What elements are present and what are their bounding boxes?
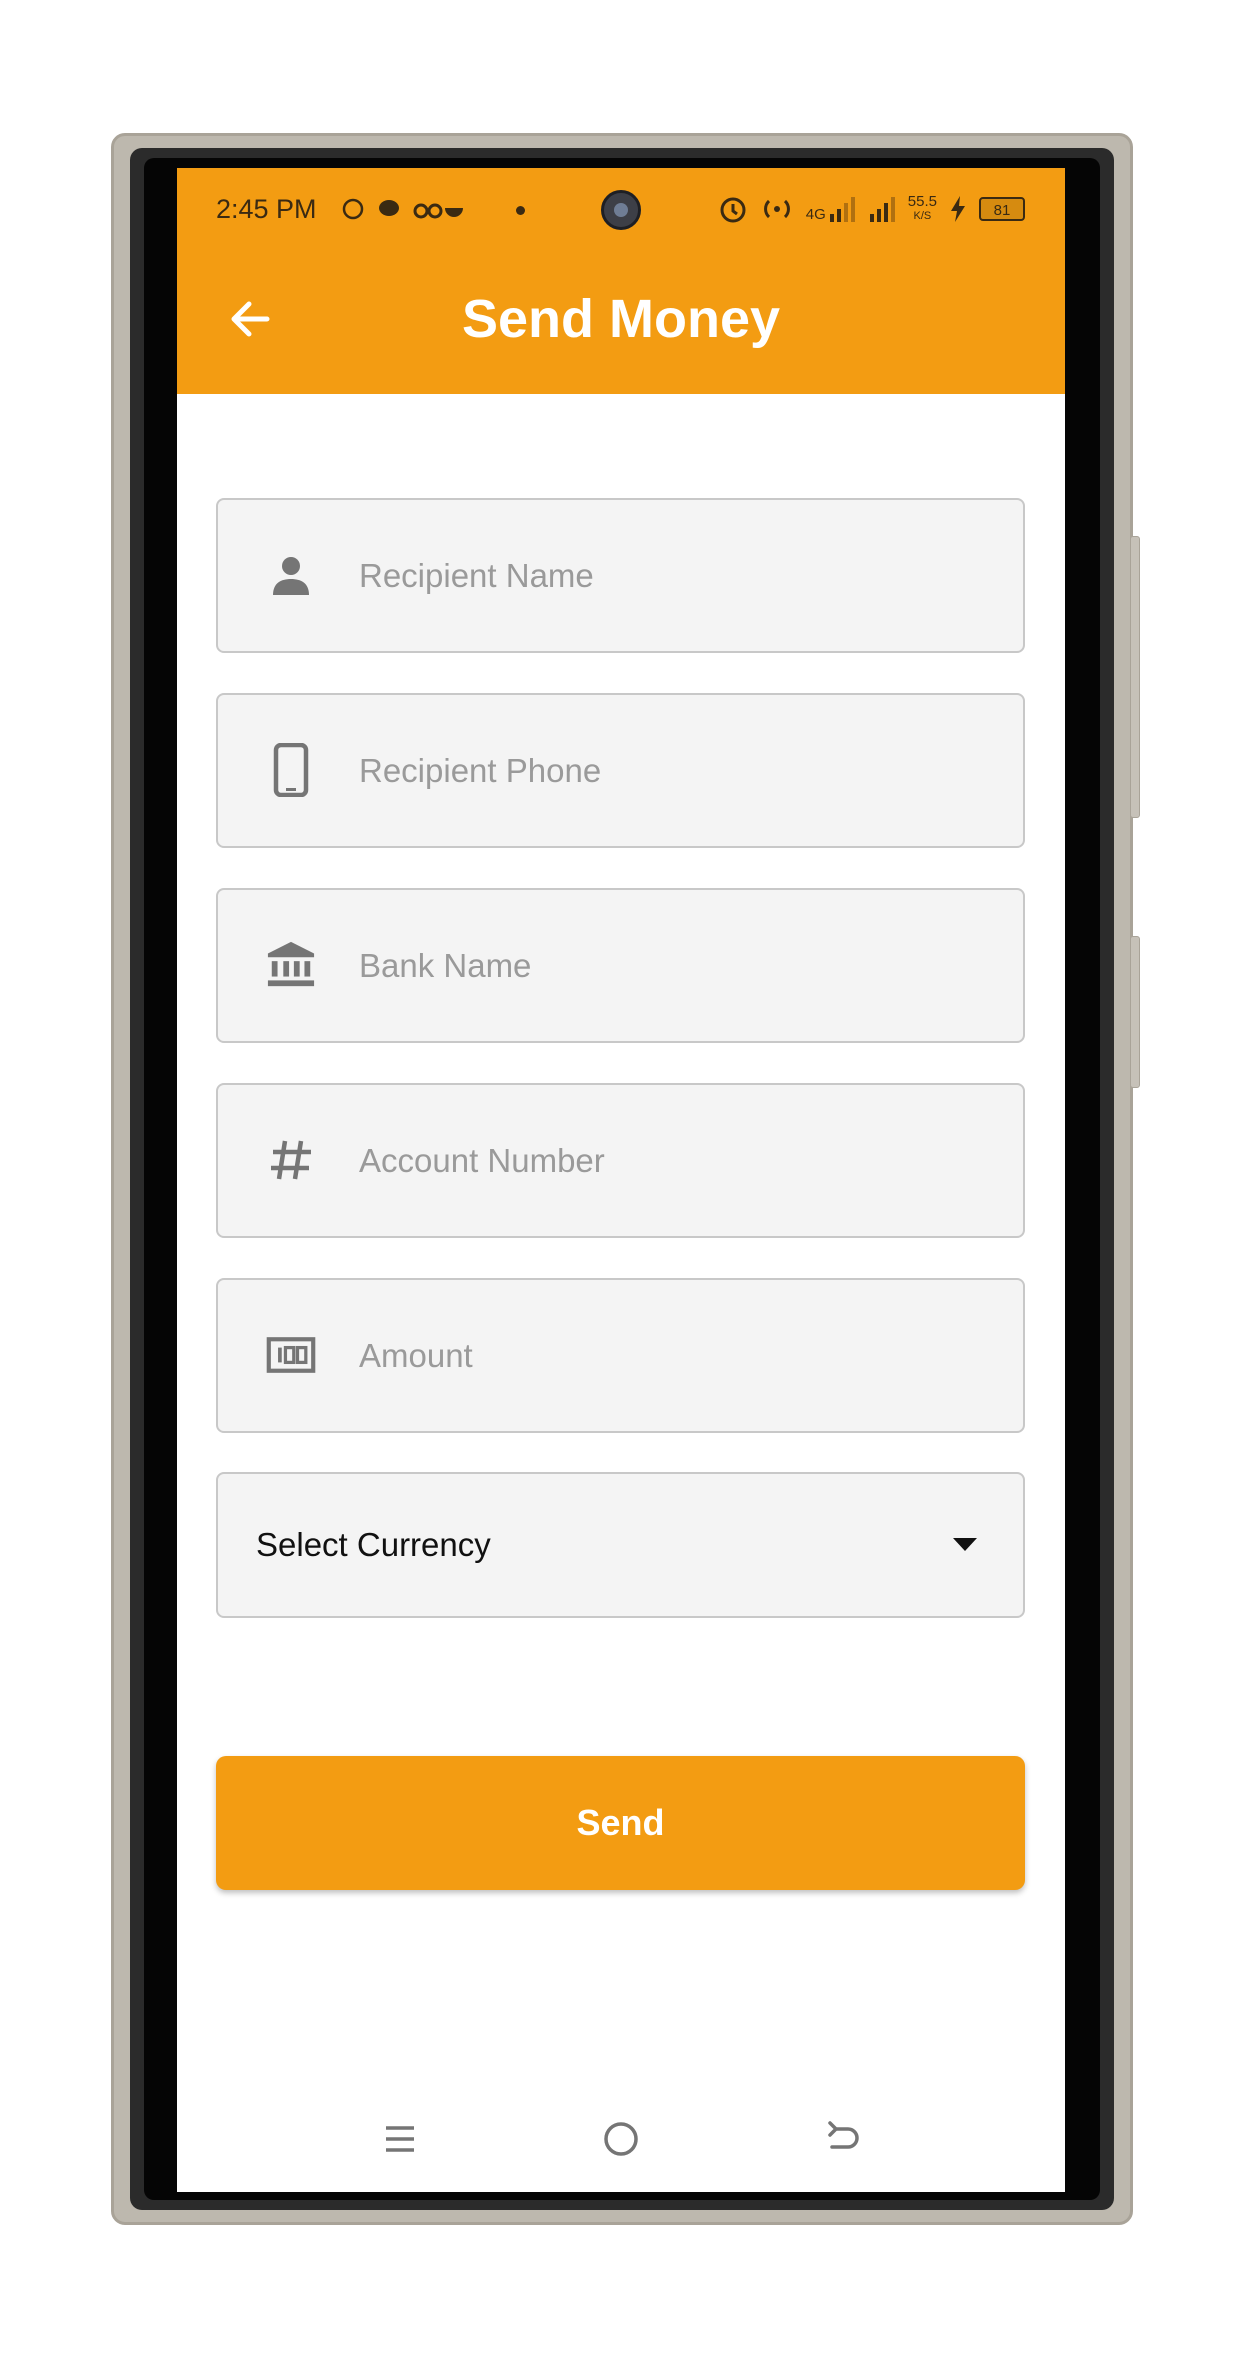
dropdown-arrow-icon — [953, 1538, 977, 1551]
home-button[interactable] — [591, 2109, 651, 2169]
back-icon — [828, 2121, 859, 2149]
currency-select-label: Select Currency — [256, 1526, 491, 1563]
status-bar: 2:45 PM 4G 55.5 K/S 81 — [177, 168, 1065, 256]
bank-name-field[interactable] — [216, 888, 1025, 1043]
app-screen: 2:45 PM 4G 55.5 K/S 81 Send Money Recipi… — [177, 168, 1065, 2192]
system-back-button[interactable] — [814, 2109, 874, 2169]
front-camera — [601, 190, 641, 230]
account-number-input[interactable] — [359, 1085, 999, 1236]
speed-value: 55.5 — [907, 193, 937, 210]
speed-unit: K/S — [913, 210, 932, 222]
amount-input[interactable] — [359, 1280, 999, 1431]
signal-1: 4G — [806, 196, 856, 222]
alarm-icon — [720, 197, 746, 223]
recipient-name-field[interactable] — [216, 498, 1025, 653]
battery-level: 81 — [979, 197, 1025, 221]
menu-icon — [386, 2126, 414, 2152]
network-type: 4G — [805, 206, 826, 223]
app-bar: 2:45 PM 4G 55.5 K/S 81 Send Money — [177, 168, 1065, 394]
power-button — [1130, 536, 1140, 818]
amount-field[interactable] — [216, 1278, 1025, 1433]
status-time: 2:45 PM — [216, 194, 317, 224]
signal-strength-icon — [869, 197, 895, 222]
system-navigation-bar — [177, 2089, 1065, 2189]
notification-icons-icon — [342, 198, 463, 220]
recipient-phone-input[interactable] — [359, 695, 999, 846]
dot-icon — [516, 206, 525, 215]
notification-icons — [341, 194, 471, 230]
bank-name-input[interactable] — [359, 890, 999, 1041]
money-icon — [266, 1330, 316, 1380]
bank-icon — [266, 940, 316, 990]
hash-icon — [266, 1135, 316, 1185]
send-button[interactable]: Send — [216, 1756, 1025, 1890]
recipient-phone-field[interactable] — [216, 693, 1025, 848]
phone-icon — [266, 743, 316, 797]
recent-apps-button[interactable] — [370, 2109, 430, 2169]
currency-select[interactable]: Select Currency — [216, 1472, 1025, 1618]
volume-button — [1130, 936, 1140, 1088]
person-icon — [266, 550, 316, 600]
signal-strength-icon — [829, 197, 855, 222]
hotspot-icon — [763, 199, 790, 219]
recipient-name-input[interactable] — [359, 500, 999, 651]
charging-icon — [951, 196, 965, 222]
data-speed: 55.5 K/S — [907, 193, 937, 223]
account-number-field[interactable] — [216, 1083, 1025, 1238]
home-icon — [604, 2122, 638, 2156]
status-right: 4G 55.5 K/S 81 — [718, 194, 1025, 224]
page-title: Send Money — [461, 289, 781, 349]
